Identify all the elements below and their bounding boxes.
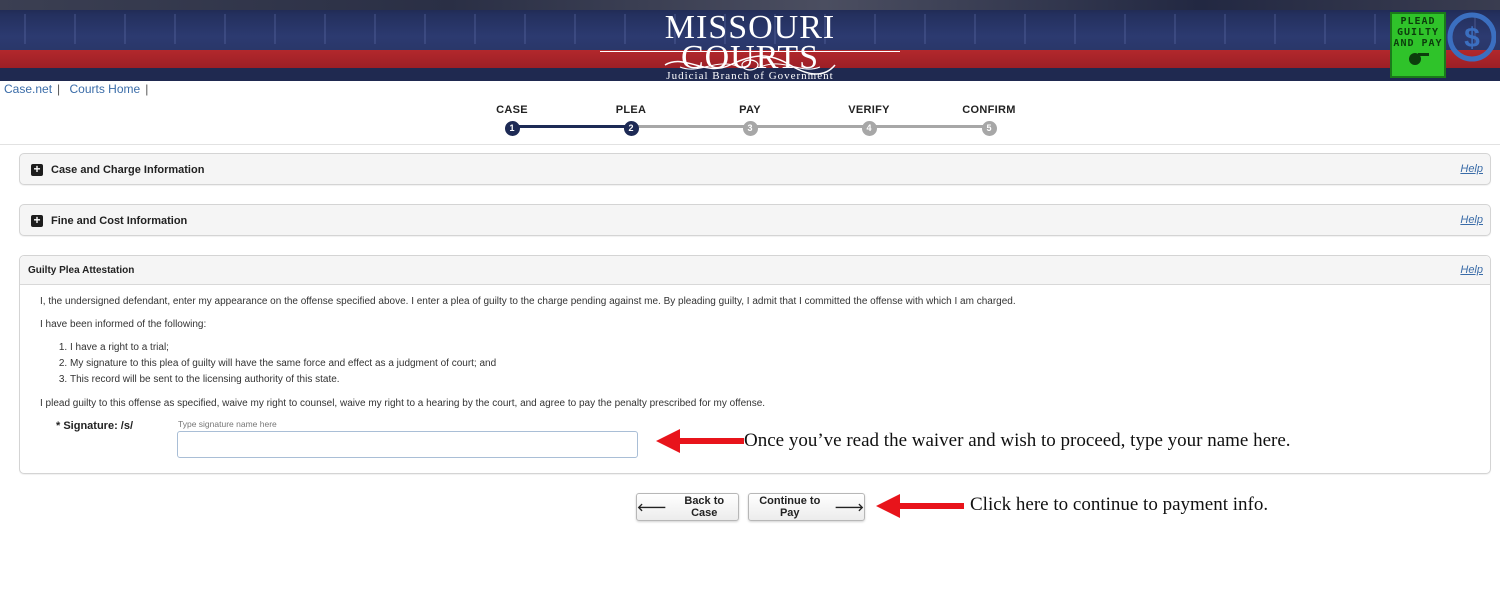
link-separator: | [145,82,149,96]
step-confirm: CONFIRM 5 [959,104,1019,136]
casenet-link[interactable]: Case.net [4,82,52,96]
step-case: CASE 1 [482,104,542,136]
case-charge-panel-header[interactable]: + Case and Charge Information [20,154,1490,185]
list-item: My signature to this plea of guilty will… [70,356,1016,372]
step-label: CASE [496,104,528,116]
arrow-left-icon: 🡐 [637,502,667,514]
list-item: This record will be sent to the licensin… [70,372,1016,388]
step-label: VERIFY [848,104,890,116]
step-label: PLEA [615,104,647,116]
attestation-panel-header: Guilty Plea Attestation [20,256,1490,285]
fine-cost-panel-header[interactable]: + Fine and Cost Information [20,205,1490,236]
progress-steps: CASE 1 PLEA 2 PAY 3 VERIFY 4 CONFIRM 5 [480,104,1040,136]
red-arrow-icon [656,429,744,453]
help-link[interactable]: Help [1460,163,1483,175]
panel-title: Fine and Cost Information [51,214,188,227]
missouri-courts-logo[interactable]: MISSOURI COURTS Judicial Branch of Gover… [600,11,900,81]
link-separator: | [57,82,61,96]
step-number: 1 [504,121,520,136]
continue-annotation: Click here to continue to payment info. [970,494,1269,515]
red-arrow-icon [876,494,964,518]
badge-line: AND PAY [1393,38,1443,49]
dollar-coin-icon: $ [1447,12,1496,62]
courts-home-link[interactable]: Courts Home [70,82,141,96]
logo-rule [600,51,900,52]
continue-to-pay-button[interactable]: Continue to Pay 🡒 [748,493,865,521]
back-to-case-button[interactable]: 🡐 Back to Case [636,493,739,521]
plus-icon[interactable]: + [31,163,43,176]
step-label: PAY [739,104,761,116]
case-charge-panel: + Case and Charge Information Help [19,153,1491,185]
hand-gavel-icon [1409,53,1429,65]
step-number: 3 [742,121,758,136]
panel-title: Case and Charge Information [51,163,205,176]
header-divider [0,144,1500,145]
step-connector-pending [631,125,989,128]
panel-title: Guilty Plea Attestation [28,264,135,276]
attestation-paragraph: I, the undersigned defendant, enter my a… [40,296,1016,307]
signature-annotation: Once you’ve read the waiver and wish to … [744,430,1291,451]
step-pay: PAY 3 [720,104,780,136]
button-label: Continue to Pay [759,495,821,519]
step-number: 4 [861,121,877,136]
fine-cost-panel: + Fine and Cost Information Help [19,204,1491,236]
help-link[interactable]: Help [1460,214,1483,226]
attestation-paragraph: I have been informed of the following: [40,319,207,330]
button-label: Back to Case [684,495,725,519]
top-nav-links: Case.net | Courts Home | [4,82,154,96]
signature-input[interactable] [177,431,638,458]
attestation-text: I, the undersigned defendant, enter my a… [40,294,1016,419]
step-plea: PLEA 2 [601,104,661,136]
plus-icon[interactable]: + [31,214,43,227]
list-item: I have a right to a trial; [70,340,1016,356]
flourish-ornament-icon [664,55,836,75]
step-number: 2 [623,121,639,136]
step-label: CONFIRM [962,104,1016,116]
signature-hint: Type signature name here [178,419,277,429]
plead-guilty-pay-badge: PLEAD GUILTY AND PAY [1390,12,1446,78]
arrow-right-icon: 🡒 [834,502,865,514]
header-banner: MISSOURI COURTS Judicial Branch of Gover… [0,0,1500,81]
signature-label: * Signature: /s/ [56,420,134,432]
step-verify: VERIFY 4 [839,104,899,136]
badge-line: PLEAD [1400,16,1436,27]
step-number: 5 [981,121,997,136]
attestation-paragraph: I plead guilty to this offense as specif… [40,398,766,409]
help-link[interactable]: Help [1460,264,1483,276]
badge-line: GUILTY [1396,27,1440,38]
dollar-symbol: $ [1464,22,1480,53]
rights-list: I have a right to a trial; My signature … [70,340,1016,388]
